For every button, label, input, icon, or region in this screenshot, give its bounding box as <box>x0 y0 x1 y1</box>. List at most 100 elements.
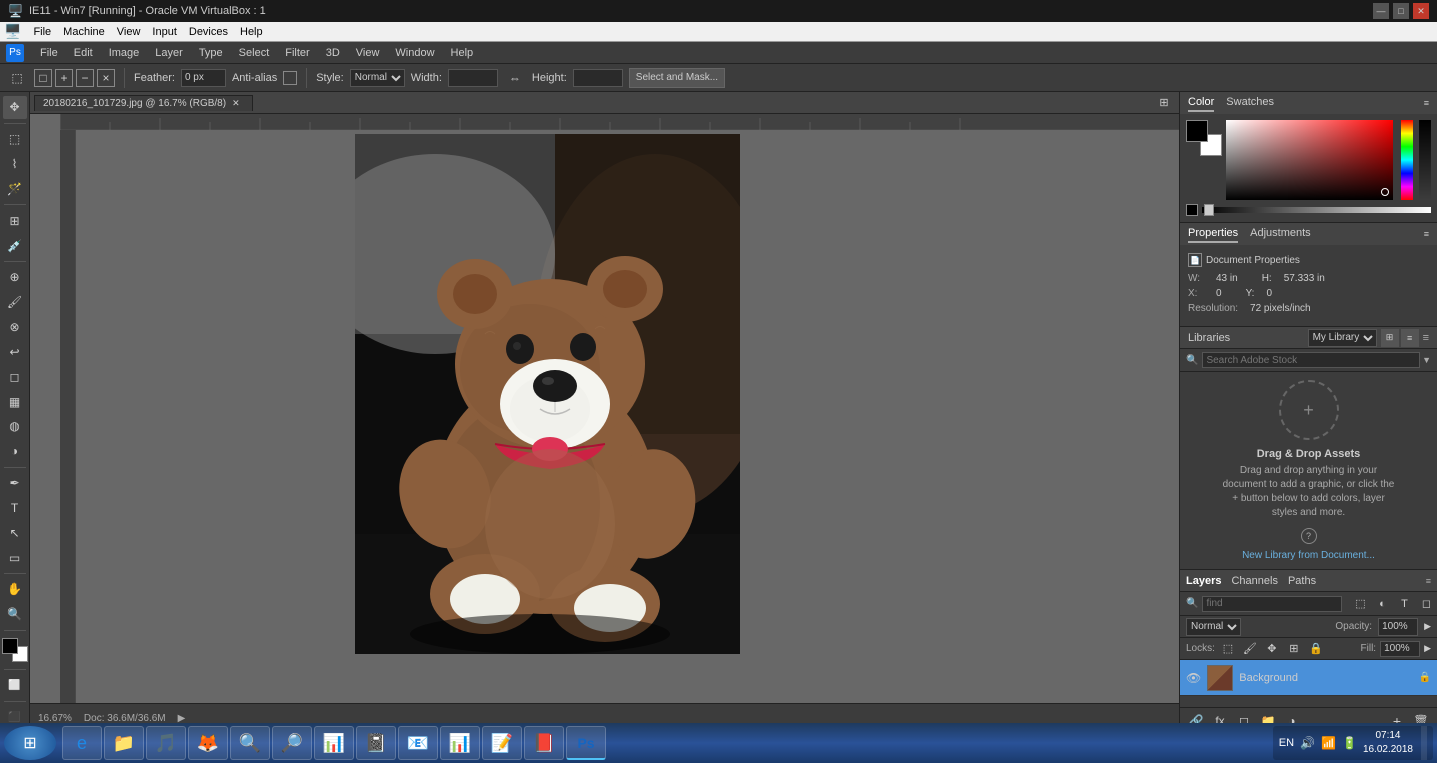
taskbar-chrome[interactable]: 🔍 <box>230 726 270 760</box>
type-tool[interactable]: T <box>3 496 27 519</box>
shape-tool[interactable]: ▭ <box>3 546 27 569</box>
ps-menu-edit[interactable]: Edit <box>66 45 101 61</box>
layers-list[interactable]: 👁 Background 🔒 <box>1180 660 1437 707</box>
libraries-dropdown[interactable]: My Library <box>1308 329 1377 347</box>
lang-indicator[interactable]: EN <box>1279 737 1294 749</box>
lasso-tool[interactable]: ⌇ <box>3 153 27 176</box>
libraries-search-input[interactable] <box>1202 352 1420 368</box>
fill-input[interactable] <box>1380 641 1420 657</box>
pen-tool[interactable]: ✒ <box>3 472 27 495</box>
ps-menu-view[interactable]: View <box>348 45 388 61</box>
ps-menu-layer[interactable]: Layer <box>147 45 191 61</box>
feather-input[interactable] <box>181 69 226 87</box>
paths-tab[interactable]: Paths <box>1288 575 1316 587</box>
foreground-color[interactable] <box>1186 120 1208 142</box>
layer-visibility-btn[interactable]: 👁 <box>1186 671 1201 685</box>
ps-menu-help[interactable]: Help <box>443 45 482 61</box>
dodge-tool[interactable]: ◑ <box>3 440 27 463</box>
color-panel-header[interactable]: Color Swatches ≡ <box>1180 92 1437 114</box>
magic-wand-tool[interactable]: 🪄 <box>3 177 27 200</box>
lock-artboard-btn[interactable]: ⊞ <box>1285 640 1303 658</box>
select-mask-btn[interactable]: Select and Mask... <box>629 68 725 88</box>
ps-menu-select[interactable]: Select <box>231 45 278 61</box>
taskbar-powerpoint[interactable]: 📊 <box>440 726 480 760</box>
filter-adjust-btn[interactable]: ◐ <box>1372 594 1392 614</box>
vbox-menu-input[interactable]: Input <box>146 24 182 40</box>
crop-tool[interactable]: ⊞ <box>3 209 27 232</box>
opacity-input[interactable] <box>1378 618 1418 636</box>
vbox-menu-file[interactable]: File <box>27 24 57 40</box>
blur-tool[interactable]: ◍ <box>3 415 27 438</box>
arrange-docs-btn[interactable]: ⊞ <box>1153 92 1175 114</box>
layer-item-background[interactable]: 👁 Background 🔒 <box>1180 660 1437 696</box>
properties-tab[interactable]: Properties <box>1188 225 1238 243</box>
eyedropper-tool[interactable]: 💉 <box>3 234 27 257</box>
layers-search-input[interactable] <box>1202 596 1342 612</box>
ps-menu-image[interactable]: Image <box>101 45 148 61</box>
network-icon[interactable]: 📶 <box>1321 736 1336 750</box>
spot-heal-tool[interactable]: ⊕ <box>3 266 27 289</box>
tab-close-btn[interactable]: ✕ <box>232 98 240 109</box>
lock-position-btn[interactable]: ✥ <box>1263 640 1281 658</box>
vbox-menu-devices[interactable]: Devices <box>183 24 234 40</box>
taskbar-acrobat[interactable]: 📕 <box>524 726 564 760</box>
libraries-info-icon[interactable]: ? <box>1301 528 1317 544</box>
taskbar-firefox[interactable]: 🦊 <box>188 726 228 760</box>
hue-slider[interactable] <box>1401 120 1413 200</box>
color-tab[interactable]: Color <box>1188 94 1214 112</box>
taskbar-clock[interactable]: 07:14 16.02.2018 <box>1363 729 1413 757</box>
taskbar-search[interactable]: 🔎 <box>272 726 312 760</box>
taskbar-media[interactable]: 🎵 <box>146 726 186 760</box>
layers-tab[interactable]: Layers <box>1186 575 1221 587</box>
maximize-btn[interactable]: □ <box>1393 3 1409 19</box>
height-input[interactable] <box>573 69 623 87</box>
color-panel-collapse-btn[interactable]: ≡ <box>1424 98 1429 108</box>
vbox-menu-view[interactable]: View <box>111 24 147 40</box>
taskbar-ie[interactable]: e <box>62 726 102 760</box>
clone-tool[interactable]: ⊗ <box>3 316 27 339</box>
taskbar-outlook[interactable]: 📧 <box>398 726 438 760</box>
close-btn[interactable]: ✕ <box>1413 3 1429 19</box>
ps-menu-file[interactable]: File <box>32 45 66 61</box>
taskbar-photoshop[interactable]: Ps <box>566 726 606 760</box>
adjustments-tab[interactable]: Adjustments <box>1250 225 1311 243</box>
anti-alias-checkbox[interactable] <box>283 71 297 85</box>
titlebar-controls[interactable]: — □ ✕ <box>1373 3 1429 19</box>
quick-mask-btn[interactable]: ⬜ <box>3 674 27 697</box>
filter-shape-btn[interactable]: ◻ <box>1416 594 1436 614</box>
opacity-dropdown-btn[interactable]: ▶ <box>1424 621 1431 632</box>
zoom-tool[interactable]: 🔍 <box>3 603 27 626</box>
rect-marquee-btn[interactable]: □ <box>34 69 52 87</box>
fg-color-swatch[interactable] <box>2 638 18 654</box>
fg-bg-colors[interactable] <box>1186 120 1222 156</box>
ps-menu-window[interactable]: Window <box>387 45 442 61</box>
alpha-slider[interactable] <box>1419 120 1431 200</box>
document-tab[interactable]: 20180216_101729.jpg @ 16.7% (RGB/8) ✕ <box>34 95 253 111</box>
history-tool[interactable]: ↩ <box>3 340 27 363</box>
minimize-btn[interactable]: — <box>1373 3 1389 19</box>
vbox-menu-help[interactable]: Help <box>234 24 269 40</box>
taskbar-word[interactable]: 📝 <box>482 726 522 760</box>
width-input[interactable] <box>448 69 498 87</box>
filter-type-btn[interactable]: T <box>1394 594 1414 614</box>
start-button[interactable]: ⊞ <box>4 726 56 760</box>
properties-panel-header[interactable]: Properties Adjustments ≡ <box>1180 223 1437 245</box>
blend-mode-select[interactable]: Normal <box>1186 618 1241 636</box>
new-library-link[interactable]: New Library from Document... <box>1242 550 1375 561</box>
lock-pixels-btn[interactable]: 🖌 <box>1241 640 1259 658</box>
add-btn[interactable]: + <box>55 69 73 87</box>
fill-dropdown-btn[interactable]: ▶ <box>1424 643 1431 654</box>
slider-thumb[interactable] <box>1204 204 1214 216</box>
libs-search-dropdown[interactable]: ▼ <box>1422 355 1431 365</box>
color-slider-r[interactable] <box>1202 207 1431 213</box>
hand-tool[interactable]: ✋ <box>3 578 27 601</box>
eraser-tool[interactable]: ◻ <box>3 365 27 388</box>
ps-menu-3d[interactable]: 3D <box>318 45 348 61</box>
speaker-icon[interactable]: 🔊 <box>1300 736 1315 750</box>
grid-view-btn[interactable]: ⊞ <box>1381 329 1399 347</box>
channels-tab[interactable]: Channels <box>1231 575 1277 587</box>
color-gradient-picker[interactable] <box>1226 120 1393 200</box>
brush-tool[interactable]: 🖌 <box>3 291 27 314</box>
fg-bg-color-selector[interactable] <box>2 638 28 663</box>
subtract-btn[interactable]: − <box>76 69 94 87</box>
